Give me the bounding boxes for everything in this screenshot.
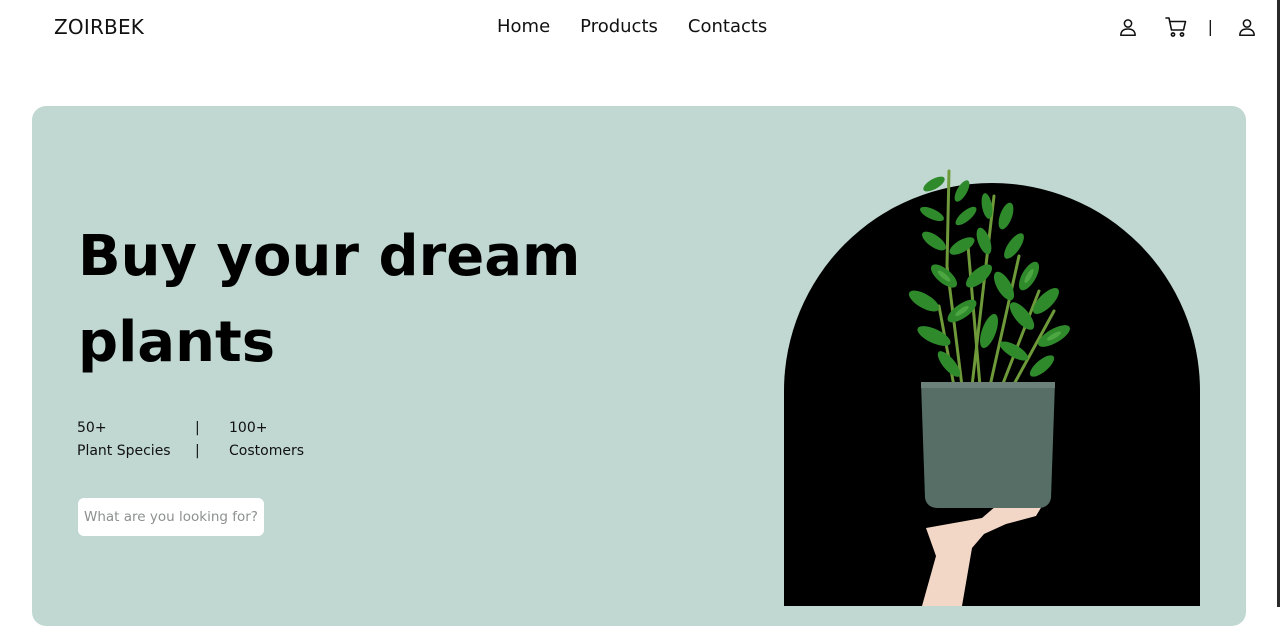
species-count: 50+ <box>77 420 107 436</box>
plant-pot-rim <box>921 382 1055 388</box>
site-header: ZOIRBEK Home Products Contacts | <box>0 0 1277 56</box>
plant-pot-icon <box>784 169 1200 606</box>
customers-count: 100+ <box>229 420 268 436</box>
cart-button[interactable] <box>1164 15 1188 39</box>
species-label: Plant Species <box>77 443 171 459</box>
search-box <box>78 498 264 536</box>
cart-icon <box>1164 17 1186 37</box>
header-separator: | <box>1207 17 1213 36</box>
nav-products-link[interactable]: Products <box>580 16 658 37</box>
user-icon <box>1119 19 1136 36</box>
account-button[interactable] <box>1235 15 1259 39</box>
header-actions: | <box>1116 15 1259 39</box>
hero-stats: 50+ | 100+ Plant Species | Costomers <box>77 417 304 463</box>
hero-banner: Buy your dream plants 50+ | 100+ Plant S… <box>32 106 1246 626</box>
stats-values-row: 50+ | 100+ <box>77 417 304 440</box>
plant-pot <box>921 382 1055 508</box>
stats-labels-row: Plant Species | Costomers <box>77 440 304 463</box>
customers-label: Costomers <box>229 443 304 459</box>
site-logo[interactable]: ZOIRBEK <box>54 15 144 39</box>
stats-separator: | <box>195 443 200 459</box>
hero-title: Buy your dream plants <box>78 224 581 375</box>
stats-separator: | <box>195 420 200 436</box>
user-icon <box>1239 19 1255 36</box>
nav-home-link[interactable]: Home <box>497 16 550 37</box>
profile-button[interactable] <box>1116 15 1140 39</box>
main-nav: Home Products Contacts <box>497 16 767 37</box>
nav-contacts-link[interactable]: Contacts <box>688 16 767 37</box>
search-input[interactable] <box>78 498 264 536</box>
